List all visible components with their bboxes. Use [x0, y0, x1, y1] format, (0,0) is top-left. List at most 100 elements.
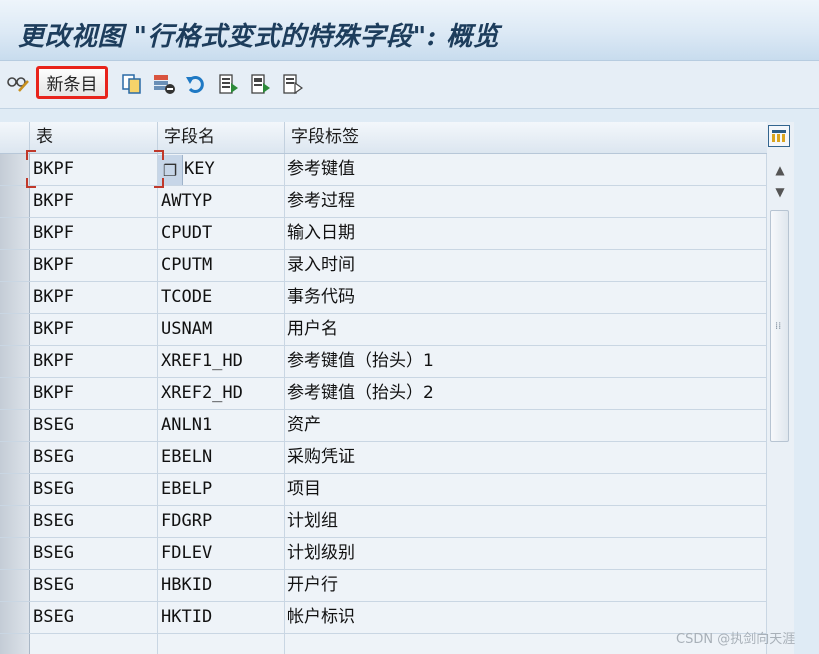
table-row[interactable]: BSEG FDLEV 计划级别 — [0, 538, 767, 570]
table-row[interactable]: BSEG EBELN 采购凭证 — [0, 442, 767, 474]
cell-field-label[interactable]: 采购凭证 — [285, 442, 767, 473]
table-row[interactable]: BSEG HBKID 开户行 — [0, 570, 767, 602]
row-selector[interactable] — [0, 186, 30, 217]
row-selector[interactable] — [0, 250, 30, 281]
cell-table[interactable]: BKPF — [30, 314, 158, 345]
page-title: 更改视图 "行格式变式的特殊字段": 概览 — [18, 22, 500, 52]
select-block-icon[interactable] — [248, 71, 272, 97]
cell-field-name[interactable]: CPUTM — [158, 250, 285, 281]
cell-table[interactable]: BKPF — [30, 346, 158, 377]
cell-table[interactable]: BKPF — [30, 282, 158, 313]
table-row[interactable]: BKPF KEY 参考键值 — [0, 154, 767, 186]
cell-table[interactable]: BKPF — [30, 250, 158, 281]
column-header-field-label[interactable]: 字段标签 — [285, 122, 767, 153]
column-header-table[interactable]: 表 — [30, 122, 158, 153]
table-row[interactable]: BKPF CPUDT 输入日期 — [0, 218, 767, 250]
cell-field-label[interactable]: 计划组 — [285, 506, 767, 537]
row-selector[interactable] — [0, 634, 30, 654]
table-row[interactable] — [0, 634, 767, 654]
cell-table[interactable]: BSEG — [30, 442, 158, 473]
cell-table[interactable]: BSEG — [30, 474, 158, 505]
copy-icon[interactable] — [120, 71, 144, 97]
cell-table[interactable]: BKPF — [30, 154, 158, 185]
glasses-pencil-icon[interactable] — [6, 71, 30, 97]
title-bar: 更改视图 "行格式变式的特殊字段": 概览 — [0, 0, 819, 61]
cell-table[interactable]: BSEG — [30, 506, 158, 537]
cell-field-label[interactable]: 资产 — [285, 410, 767, 441]
cell-field-name[interactable]: TCODE — [158, 282, 285, 313]
cell-field-label[interactable]: 开户行 — [285, 570, 767, 601]
cell-table[interactable]: BKPF — [30, 378, 158, 409]
cell-table[interactable]: BSEG — [30, 410, 158, 441]
column-header-field-name[interactable]: 字段名 — [158, 122, 285, 153]
cell-table[interactable]: BKPF — [30, 218, 158, 249]
cell-field-name[interactable]: AWTYP — [158, 186, 285, 217]
row-selector[interactable] — [0, 602, 30, 633]
row-selector[interactable] — [0, 442, 30, 473]
cell-field-label[interactable]: 用户名 — [285, 314, 767, 345]
row-selector[interactable] — [0, 282, 30, 313]
table-row[interactable]: BKPF AWTYP 参考过程 — [0, 186, 767, 218]
cell-field-name[interactable]: USNAM — [158, 314, 285, 345]
scroll-down-icon[interactable]: ▼ — [771, 182, 789, 202]
select-all-header-cell[interactable] — [0, 122, 30, 153]
row-selector[interactable] — [0, 346, 30, 377]
scroll-up-icon[interactable]: ▲ — [771, 160, 789, 180]
row-selector[interactable] — [0, 506, 30, 537]
cell-field-name[interactable] — [158, 634, 285, 654]
cell-field-label[interactable]: 参考键值 — [285, 154, 767, 185]
table-row[interactable]: BSEG ANLN1 资产 — [0, 410, 767, 442]
table-row[interactable]: BKPF CPUTM 录入时间 — [0, 250, 767, 282]
cell-field-name[interactable]: FDGRP — [158, 506, 285, 537]
cell-field-label[interactable]: 项目 — [285, 474, 767, 505]
table-row[interactable]: BSEG FDGRP 计划组 — [0, 506, 767, 538]
new-entries-button[interactable]: 新条目 — [36, 66, 108, 99]
cell-field-name[interactable]: EBELN — [158, 442, 285, 473]
cell-field-label[interactable]: 录入时间 — [285, 250, 767, 281]
row-selector[interactable] — [0, 570, 30, 601]
row-selector[interactable] — [0, 378, 30, 409]
cell-field-name[interactable]: FDLEV — [158, 538, 285, 569]
row-selector[interactable] — [0, 314, 30, 345]
cell-table[interactable]: BSEG — [30, 602, 158, 633]
cell-field-name[interactable]: XREF1_HD — [158, 346, 285, 377]
focus-corner-top-right — [154, 150, 164, 160]
column-settings-icon[interactable] — [768, 125, 790, 147]
entries-table: 表 字段名 字段标签 BKPF KEY 参考键值 BKPF AWTYP 参考过程 BKPF C… — [0, 122, 767, 654]
cell-field-name[interactable]: HBKID — [158, 570, 285, 601]
table-row[interactable]: BKPF TCODE 事务代码 — [0, 282, 767, 314]
vertical-scrollbar[interactable]: ▲ ▼ ⁞⁞ — [767, 122, 794, 654]
table-row[interactable]: BKPF XREF2_HD 参考键值（抬头）2 — [0, 378, 767, 410]
cell-field-name[interactable]: HKTID — [158, 602, 285, 633]
undo-icon[interactable] — [184, 71, 208, 97]
cell-field-label[interactable]: 计划级别 — [285, 538, 767, 569]
cell-table[interactable] — [30, 634, 158, 654]
cell-table[interactable]: BSEG — [30, 538, 158, 569]
table-row[interactable]: BSEG HKTID 帐户标识 — [0, 602, 767, 634]
cell-field-name[interactable]: EBELP — [158, 474, 285, 505]
cell-field-label[interactable]: 参考键值（抬头）2 — [285, 378, 767, 409]
cell-field-name[interactable]: XREF2_HD — [158, 378, 285, 409]
cell-table[interactable]: BKPF — [30, 186, 158, 217]
cell-field-label[interactable]: 参考键值（抬头）1 — [285, 346, 767, 377]
row-selector[interactable] — [0, 538, 30, 569]
application-toolbar: 新条目 — [0, 61, 819, 109]
scrollbar-grip-icon: ⁞⁞ — [775, 321, 782, 332]
row-selector[interactable] — [0, 218, 30, 249]
cell-field-label[interactable]: 输入日期 — [285, 218, 767, 249]
cell-field-name[interactable]: CPUDT — [158, 218, 285, 249]
cell-field-label[interactable]: 事务代码 — [285, 282, 767, 313]
deselect-all-icon[interactable] — [280, 71, 304, 97]
table-row[interactable]: BKPF USNAM 用户名 — [0, 314, 767, 346]
row-selector[interactable] — [0, 410, 30, 441]
table-row[interactable]: BKPF XREF1_HD 参考键值（抬头）1 — [0, 346, 767, 378]
table-row[interactable]: BSEG EBELP 项目 — [0, 474, 767, 506]
cell-field-label[interactable]: 参考过程 — [285, 186, 767, 217]
cell-field-name[interactable]: ANLN1 — [158, 410, 285, 441]
delete-icon[interactable] — [152, 71, 176, 97]
select-all-icon[interactable] — [216, 71, 240, 97]
cell-table[interactable]: BSEG — [30, 570, 158, 601]
focus-corner-bottom-right — [154, 178, 164, 188]
row-selector[interactable] — [0, 474, 30, 505]
scrollbar-thumb[interactable]: ⁞⁞ — [770, 210, 789, 442]
